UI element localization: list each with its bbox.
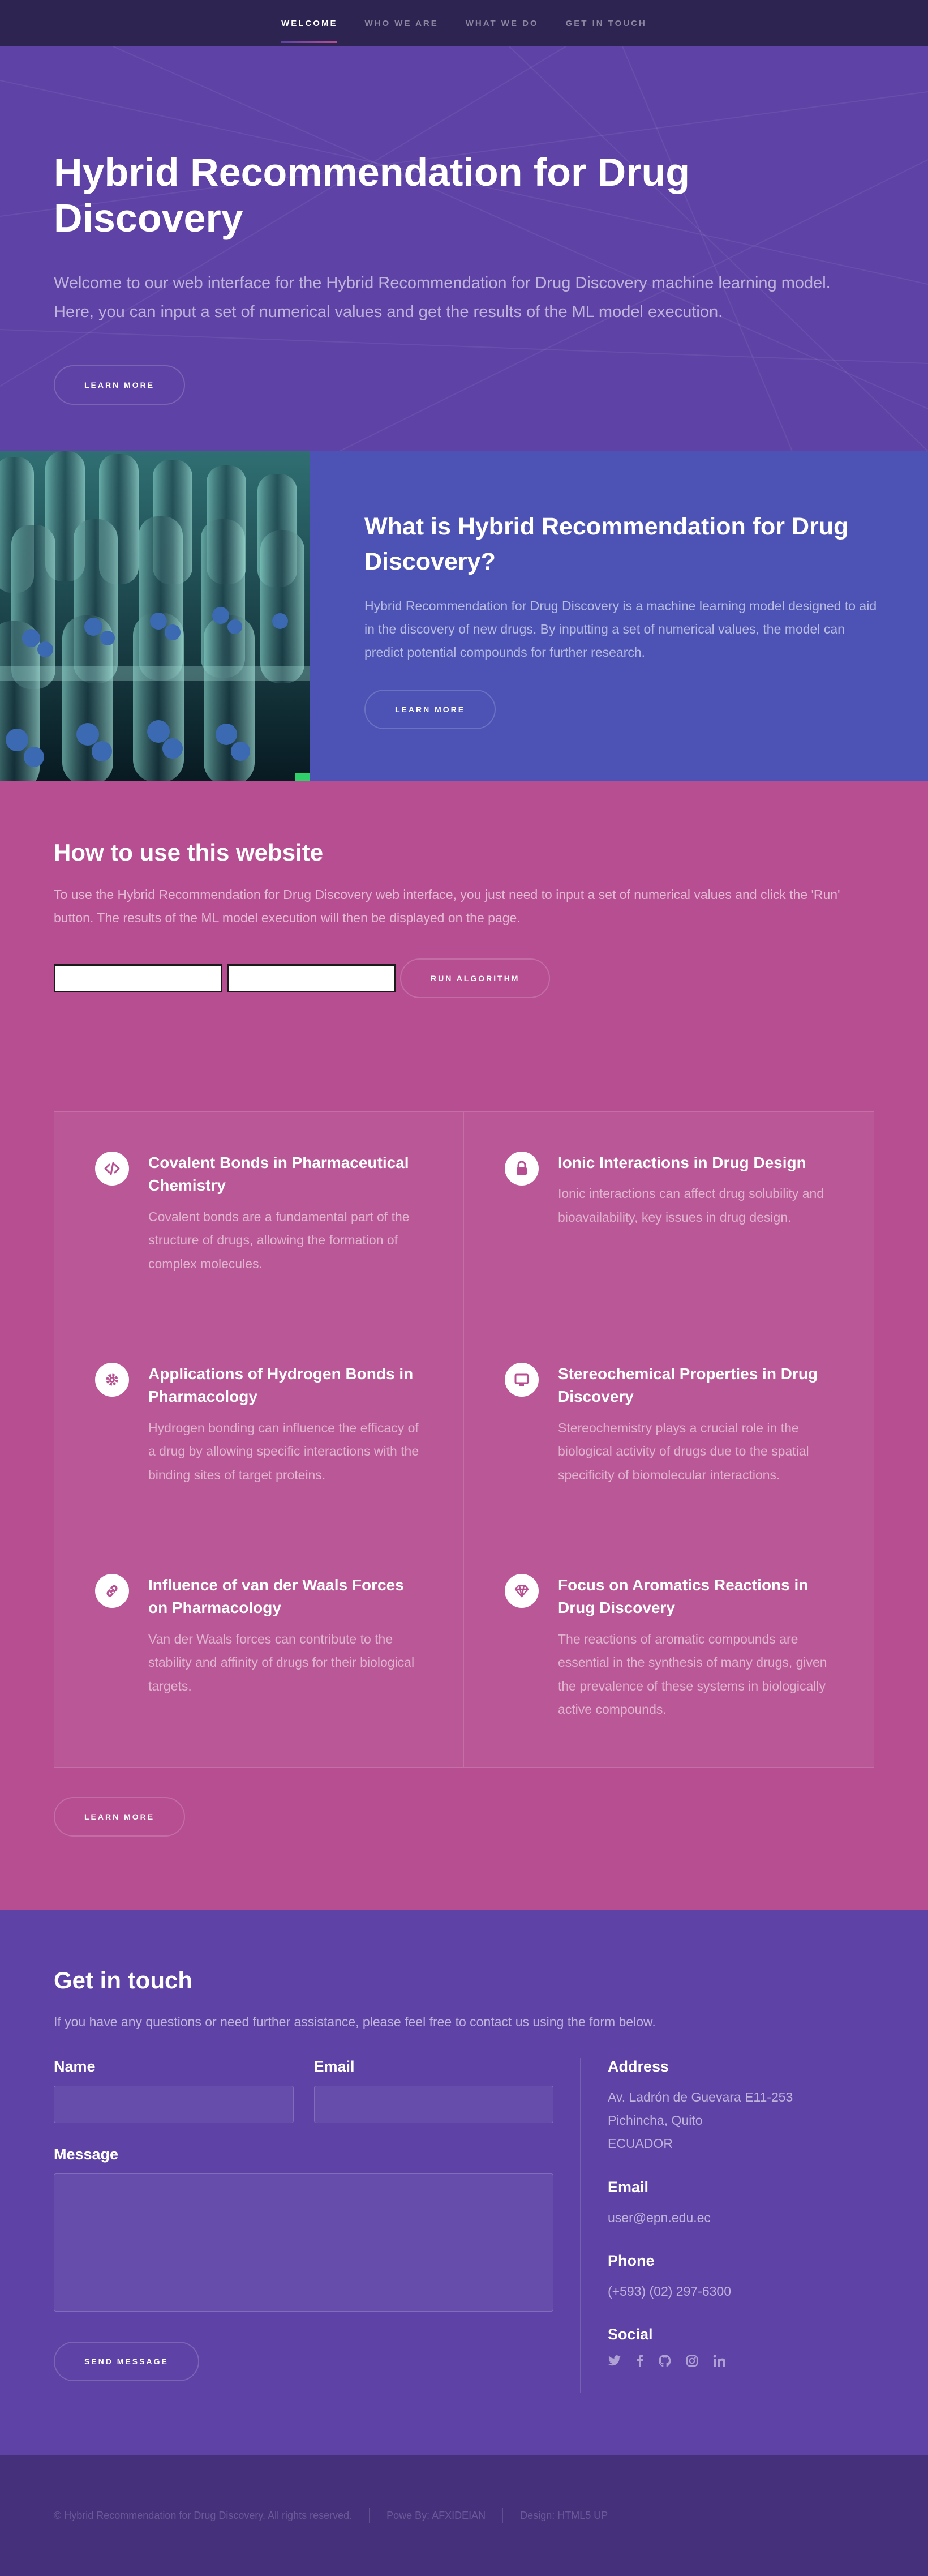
- message-label: Message: [54, 2145, 119, 2163]
- about-content: What is Hybrid Recommendation for Drug D…: [310, 451, 928, 781]
- footer-design-link[interactable]: Design: HTML5 UP: [520, 2510, 608, 2522]
- feature-text: Stereochemistry plays a crucial role in …: [558, 1420, 809, 1482]
- feature-title: Ionic Interactions in Drug Design: [558, 1153, 806, 1171]
- facebook-icon[interactable]: [636, 2355, 644, 2370]
- email-value[interactable]: user@epn.edu.ec: [608, 2206, 874, 2230]
- contact-lead: If you have any questions or need furthe…: [54, 2014, 656, 2029]
- nav-welcome[interactable]: WELCOME: [281, 4, 338, 43]
- feature-text: Covalent bonds are a fundamental part of…: [148, 1209, 410, 1271]
- social-label: Social: [608, 2326, 653, 2343]
- feature-text: Van der Waals forces can contribute to t…: [148, 1631, 415, 1693]
- value-input-1[interactable]: [54, 964, 222, 992]
- top-navigation: WELCOME WHO WE ARE WHAT WE DO GET IN TOU…: [0, 0, 928, 46]
- email-heading: Email: [608, 2178, 649, 2196]
- feature-item: Focus on Aromatics Reactions in Drug Dis…: [464, 1534, 874, 1767]
- email-label: Email: [313, 2057, 355, 2075]
- feature-title: Stereochemical Properties in Drug Discov…: [558, 1364, 818, 1406]
- hero-title: Hybrid Recommendation for Drug Discovery: [54, 150, 690, 240]
- feature-text: The reactions of aromatic compounds are …: [558, 1631, 827, 1717]
- feature-title: Influence of van der Waals Forces on Pha…: [148, 1576, 404, 1617]
- about-text: Hybrid Recommendation for Drug Discovery…: [364, 598, 877, 660]
- howto-learn-more-button[interactable]: LEARN MORE: [54, 1796, 186, 1837]
- address-value: Av. Ladrón de Guevara E11-253 Pichincha,…: [608, 2086, 874, 2156]
- value-input-2[interactable]: [227, 964, 396, 992]
- footer-separator: [369, 2508, 370, 2523]
- hero-section: Hybrid Recommendation for Drug Discovery…: [0, 46, 928, 451]
- gear-icon: [95, 1362, 129, 1397]
- features-grid: Covalent Bonds in Pharmaceutical Chemist…: [54, 1111, 874, 1768]
- feature-title: Applications of Hydrogen Bonds in Pharma…: [148, 1364, 414, 1406]
- phone-label: Phone: [608, 2252, 655, 2270]
- address-line: Pichincha, Quito: [608, 2112, 703, 2128]
- linkedin-icon[interactable]: [713, 2355, 725, 2370]
- email-field[interactable]: [313, 2085, 553, 2123]
- feature-item: Ionic Interactions in Drug Design Ionic …: [464, 1112, 874, 1323]
- howto-section: How to use this website To use the Hybri…: [0, 781, 928, 1910]
- contact-info: Address Av. Ladrón de Guevara E11-253 Pi…: [608, 2058, 874, 2393]
- desktop-icon: [505, 1362, 539, 1397]
- send-message-button[interactable]: SEND MESSAGE: [54, 2341, 199, 2381]
- feature-item: Covalent Bonds in Pharmaceutical Chemist…: [54, 1111, 464, 1323]
- page-footer: © Hybrid Recommendation for Drug Discove…: [0, 2455, 928, 2576]
- phone-value: (+593) (02) 297-6300: [608, 2284, 732, 2299]
- contact-title: Get in touch: [54, 1966, 192, 1993]
- howto-text: To use the Hybrid Recommendation for Dru…: [54, 887, 840, 926]
- github-icon[interactable]: [659, 2355, 671, 2370]
- instagram-icon[interactable]: [686, 2355, 698, 2370]
- footer-separator: [502, 2508, 504, 2523]
- about-section: What is Hybrid Recommendation for Drug D…: [0, 451, 928, 781]
- feature-title: Covalent Bonds in Pharmaceutical Chemist…: [148, 1153, 409, 1195]
- hero-learn-more-button[interactable]: LEARN MORE: [54, 365, 186, 405]
- about-title: What is Hybrid Recommendation for Drug D…: [364, 513, 849, 576]
- address-label: Address: [608, 2057, 669, 2075]
- feature-item: Influence of van der Waals Forces on Pha…: [54, 1534, 464, 1767]
- footer-copyright: © Hybrid Recommendation for Drug Discove…: [54, 2509, 353, 2521]
- contact-form: Name Email Message SEND MESSAGE: [54, 2058, 553, 2393]
- social-links: [608, 2355, 874, 2370]
- test-tubes-image: [0, 451, 310, 781]
- link-icon: [95, 1573, 129, 1608]
- name-field[interactable]: [54, 2085, 294, 2123]
- feature-title: Focus on Aromatics Reactions in Drug Dis…: [558, 1576, 809, 1617]
- diamond-icon: [505, 1573, 539, 1608]
- feature-item: Applications of Hydrogen Bonds in Pharma…: [54, 1323, 464, 1534]
- code-icon: [95, 1151, 129, 1186]
- address-line: Av. Ladrón de Guevara E11-253: [608, 2089, 793, 2104]
- howto-title: How to use this website: [54, 839, 324, 866]
- contact-divider: [580, 2057, 581, 2393]
- run-algorithm-button[interactable]: RUN ALGORITHM: [400, 958, 551, 998]
- contact-section: Get in touch If you have any questions o…: [0, 1910, 928, 2455]
- message-field[interactable]: [54, 2173, 553, 2312]
- about-learn-more-button[interactable]: LEARN MORE: [364, 689, 496, 729]
- feature-text: Hydrogen bonding can influence the effic…: [148, 1420, 419, 1482]
- hero-text: Welcome to our web interface for the Hyb…: [54, 274, 831, 321]
- lock-icon: [505, 1151, 539, 1186]
- twitter-icon[interactable]: [608, 2355, 621, 2369]
- nav-get-in-touch[interactable]: GET IN TOUCH: [566, 4, 647, 43]
- feature-text: Ionic interactions can affect drug solub…: [558, 1186, 824, 1225]
- nav-who-we-are[interactable]: WHO WE ARE: [364, 4, 438, 43]
- address-line: ECUADOR: [608, 2136, 673, 2151]
- nav-what-we-do[interactable]: WHAT WE DO: [466, 4, 539, 43]
- feature-item: Stereochemical Properties in Drug Discov…: [464, 1323, 874, 1534]
- run-form: RUN ALGORITHM: [54, 958, 874, 998]
- name-label: Name: [54, 2057, 96, 2075]
- footer-power: Powe By: AFXIDEIAN: [386, 2509, 486, 2521]
